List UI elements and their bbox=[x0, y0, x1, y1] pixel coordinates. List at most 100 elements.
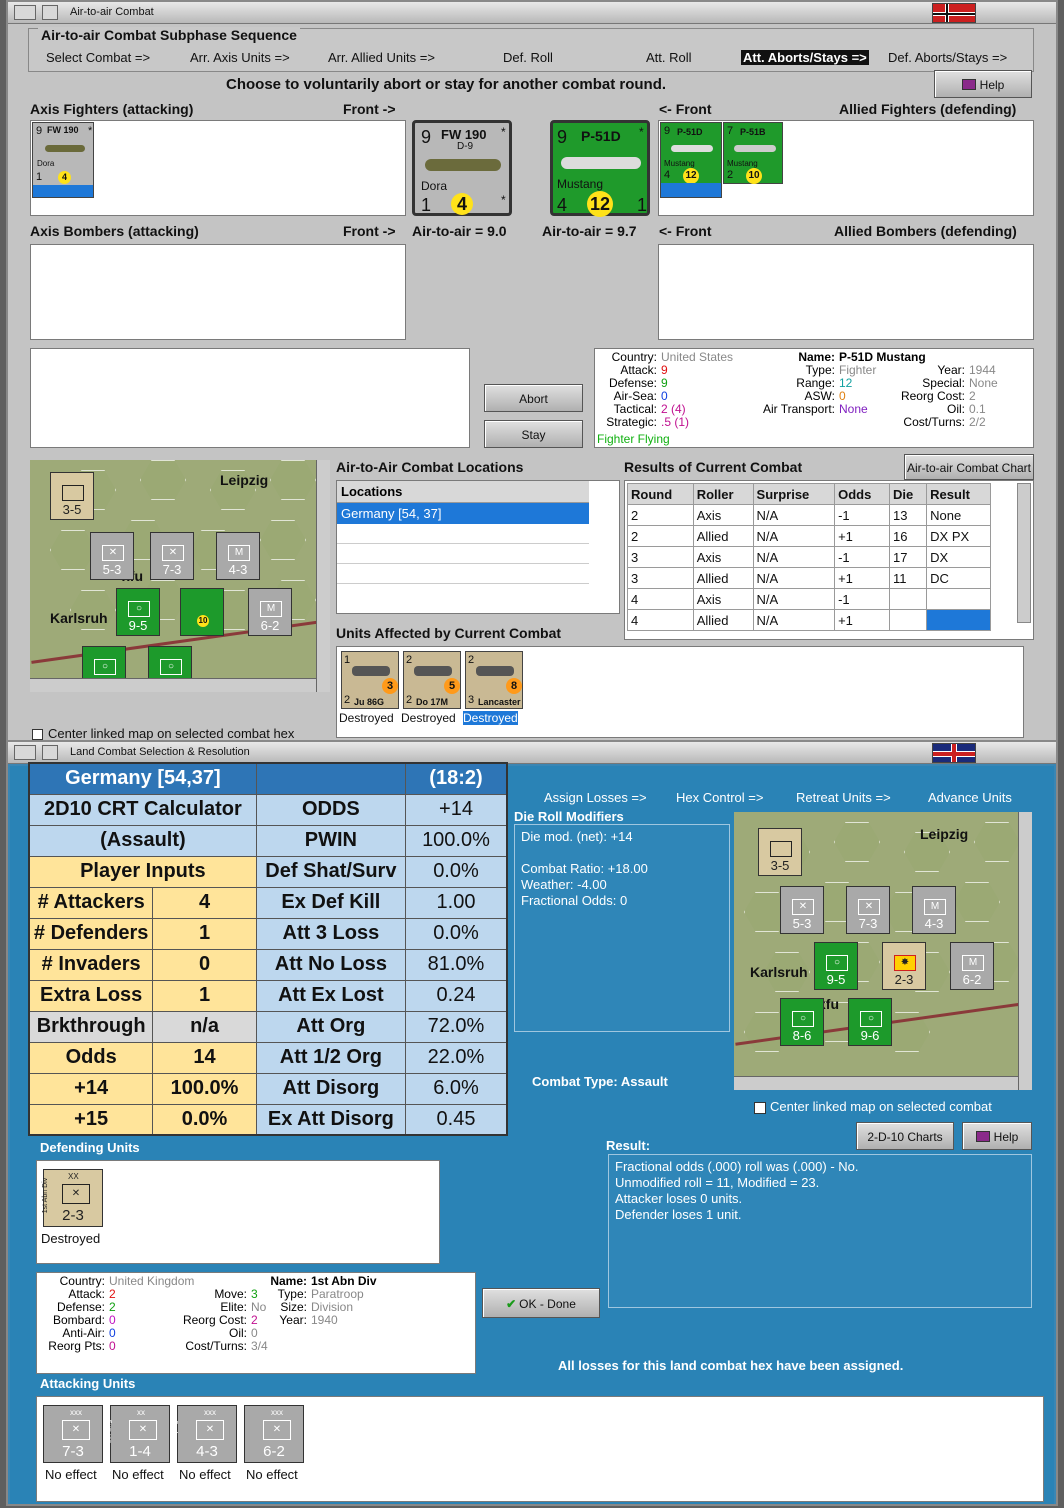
calc-output-value: 6.0% bbox=[404, 1072, 508, 1105]
land-map-unit-2[interactable]: ✕ 5-3 bbox=[780, 886, 824, 934]
p51d-large-counter[interactable]: 9 P-51D * Mustang 4 12 1 bbox=[550, 120, 650, 217]
stay-button[interactable]: Stay bbox=[484, 420, 583, 448]
calc-row: (Assault) PWIN 100.0% bbox=[28, 824, 508, 857]
air-map-unit-2[interactable]: ✕ 5-3 bbox=[90, 532, 134, 580]
land-help-button[interactable]: Help bbox=[962, 1122, 1032, 1150]
air-map-city-leipzig: Leipzig bbox=[220, 472, 269, 488]
results-cell: DC bbox=[926, 567, 991, 589]
allied-fighters-box[interactable]: 9 P-51D Mustang 4 12 7 P-51B Mustang 2 1… bbox=[658, 120, 1034, 216]
ok-done-button[interactable]: ✔ OK - Done bbox=[482, 1288, 600, 1318]
p51b-small-counter[interactable]: 7 P-51B Mustang 2 10 bbox=[723, 122, 783, 184]
land-center-checkbox[interactable] bbox=[754, 1102, 766, 1114]
calc-row: # Invaders 0 Att No Loss 81.0% bbox=[28, 948, 508, 981]
land-unit-info-panel: Country: Attack: Defense: Bombard: Anti-Air:… bbox=[36, 1272, 476, 1374]
calc-output-label: Att 3 Loss bbox=[255, 917, 406, 950]
land-window-titlebar[interactable]: Land Combat Selection & Resolution bbox=[8, 742, 1056, 764]
fw190-large-coin: 4 bbox=[451, 193, 473, 215]
results-cell bbox=[926, 588, 991, 610]
minimize-icon[interactable] bbox=[42, 5, 58, 20]
air-center-checkbox[interactable] bbox=[32, 729, 43, 740]
air-map-combat-hex-counter[interactable]: 10 bbox=[180, 588, 224, 636]
defender-status: Destroyed bbox=[41, 1231, 101, 1246]
land-map-unit-8[interactable]: ○ 9-6 bbox=[848, 998, 892, 1046]
p51d-small-counter[interactable]: 9 P-51D Mustang 4 12 bbox=[660, 122, 722, 198]
bomber-coin: 3 bbox=[382, 678, 398, 694]
allied-bombers-box[interactable] bbox=[658, 244, 1034, 340]
attacker-counter[interactable]: xxx Leipzig ✕ 4-3 bbox=[172, 1405, 237, 1463]
fw190-large-counter[interactable]: 9 FW 190 D-9 * Dora 1 4 * bbox=[412, 120, 512, 216]
air-window-titlebar[interactable]: Air-to-air Combat bbox=[8, 2, 1056, 24]
land-combat-window: Land Combat Selection & Resolution Assig… bbox=[6, 740, 1058, 1506]
air-linked-map[interactable]: Leipzig Karlsruh xfu 3-5 ✕5-3 ✕7-3 M4-3 … bbox=[30, 460, 330, 692]
air-map-unit-3[interactable]: ✕ 7-3 bbox=[150, 532, 194, 580]
calc-input-value[interactable]: 14 bbox=[152, 1041, 257, 1074]
attacker-side-label: Munich bbox=[238, 1420, 246, 1443]
attacker-status: No effect bbox=[112, 1467, 164, 1482]
defending-units-title: Defending Units bbox=[40, 1140, 140, 1155]
land-map-unit-3[interactable]: ✕ 7-3 bbox=[846, 886, 890, 934]
affected-title: Units Affected by Current Combat bbox=[336, 625, 562, 641]
land-map-vscroll[interactable] bbox=[1018, 812, 1032, 1090]
attacker-counter[interactable]: xxx XVII Inf ✕ 7-3 bbox=[38, 1405, 103, 1463]
land-map-hscroll[interactable] bbox=[734, 1076, 1018, 1090]
land-map-unit-6[interactable]: M 6-2 bbox=[950, 942, 994, 990]
results-cell bbox=[926, 609, 991, 631]
calc-input-value[interactable]: 0 bbox=[152, 948, 257, 981]
results-row[interactable]: 2 Allied N/A +1 16 DX PX bbox=[627, 525, 991, 547]
front-left-label-1: <- Front bbox=[659, 101, 712, 117]
results-row[interactable]: 4 Axis N/A -1 bbox=[627, 588, 991, 610]
p51b-small-coin: 10 bbox=[746, 168, 762, 184]
axis-fighters-box[interactable]: 9 FW 190 * Dora 1 4 bbox=[30, 120, 406, 216]
location-germany-selected[interactable]: Germany [54, 37] bbox=[337, 503, 589, 524]
fw190-small-counter[interactable]: 9 FW 190 * Dora 1 4 bbox=[32, 122, 94, 198]
crt-calculator-table: Germany [54,37] (18:2) 2D10 CRT Calculator… bbox=[28, 762, 508, 1136]
drm-line bbox=[521, 845, 723, 861]
land-map-unit-5[interactable]: ○ 9-5 bbox=[814, 942, 858, 990]
calc-input-value[interactable]: 1 bbox=[152, 917, 257, 950]
air-map-unit-6[interactable]: M 6-2 bbox=[248, 588, 292, 636]
results-cell: Axis bbox=[692, 588, 754, 610]
air-map-unit-4[interactable]: M 4-3 bbox=[216, 532, 260, 580]
land-minimize-icon[interactable] bbox=[42, 745, 58, 760]
results-cell bbox=[888, 588, 928, 610]
air-map-hscroll[interactable] bbox=[30, 678, 318, 692]
results-row[interactable]: 4 Allied N/A +1 bbox=[627, 609, 991, 631]
land-window-menu-icon[interactable] bbox=[14, 745, 36, 760]
combat-type-label: Combat Type: Assault bbox=[532, 1074, 668, 1089]
p51d-large-coin: 12 bbox=[587, 191, 613, 217]
calc-input-value[interactable]: n/a bbox=[152, 1010, 257, 1043]
results-row[interactable]: 3 Axis N/A -1 17 DX bbox=[627, 546, 991, 568]
attacker-counter[interactable]: xx 1st Eng ✕ 1-4 bbox=[105, 1405, 170, 1463]
axis-bombers-box[interactable] bbox=[30, 244, 406, 340]
calc-input-value[interactable]: 1 bbox=[152, 979, 257, 1012]
abort-button[interactable]: Abort bbox=[484, 384, 583, 412]
land-map-city-leipzig: Leipzig bbox=[920, 826, 969, 842]
attacker-counter[interactable]: xxx Munich ✕ 6-2 bbox=[239, 1405, 304, 1463]
calc-label: Odds bbox=[28, 1041, 154, 1074]
land-map-unit-1[interactable]: 3-5 bbox=[758, 828, 802, 876]
land-map-combat-hex-counter[interactable]: ✸ 2-3 bbox=[882, 942, 926, 990]
results-cell bbox=[888, 609, 928, 631]
affected-unit-counter[interactable]: 1 2 Ju 86G 3 bbox=[341, 651, 399, 709]
air-combat-chart-button[interactable]: Air-to-air Combat Chart bbox=[904, 454, 1034, 480]
book-icon bbox=[961, 79, 976, 90]
air-map-vscroll[interactable] bbox=[316, 460, 330, 692]
air-map-unit-1[interactable]: 3-5 bbox=[50, 472, 94, 520]
help-button[interactable]: Help bbox=[934, 70, 1032, 98]
affected-unit-counter[interactable]: 2 3 Lancaster 8 bbox=[465, 651, 523, 709]
defender-counter[interactable]: XX 1st Abn Div ✕ 2-3 bbox=[42, 1169, 103, 1227]
calc-output-label: Att 1/2 Org bbox=[255, 1041, 406, 1074]
land-map-unit-7[interactable]: ○ 8-6 bbox=[780, 998, 824, 1046]
results-row[interactable]: 2 Axis N/A -1 13 None bbox=[627, 504, 991, 526]
window-menu-icon[interactable] bbox=[14, 5, 36, 20]
air-map-unit-5[interactable]: ○ 9-5 bbox=[116, 588, 160, 636]
affected-unit-counter[interactable]: 2 2 Do 17M 5 bbox=[403, 651, 461, 709]
results-scrollbar[interactable] bbox=[1017, 483, 1031, 623]
locations-list[interactable]: Locations Germany [54, 37] bbox=[336, 480, 620, 614]
results-row[interactable]: 3 Allied N/A +1 11 DC bbox=[627, 567, 991, 589]
land-book-icon bbox=[975, 1131, 990, 1142]
2d10-charts-button[interactable]: 2-D-10 Charts bbox=[856, 1122, 954, 1150]
land-linked-map[interactable]: Leipzig Karlsruh xfu 3-5 ✕ 5-3 ✕ 7-3 M 4-3 … bbox=[734, 812, 1032, 1090]
calc-input-value[interactable]: 4 bbox=[152, 886, 257, 919]
land-map-unit-4[interactable]: M 4-3 bbox=[912, 886, 956, 934]
